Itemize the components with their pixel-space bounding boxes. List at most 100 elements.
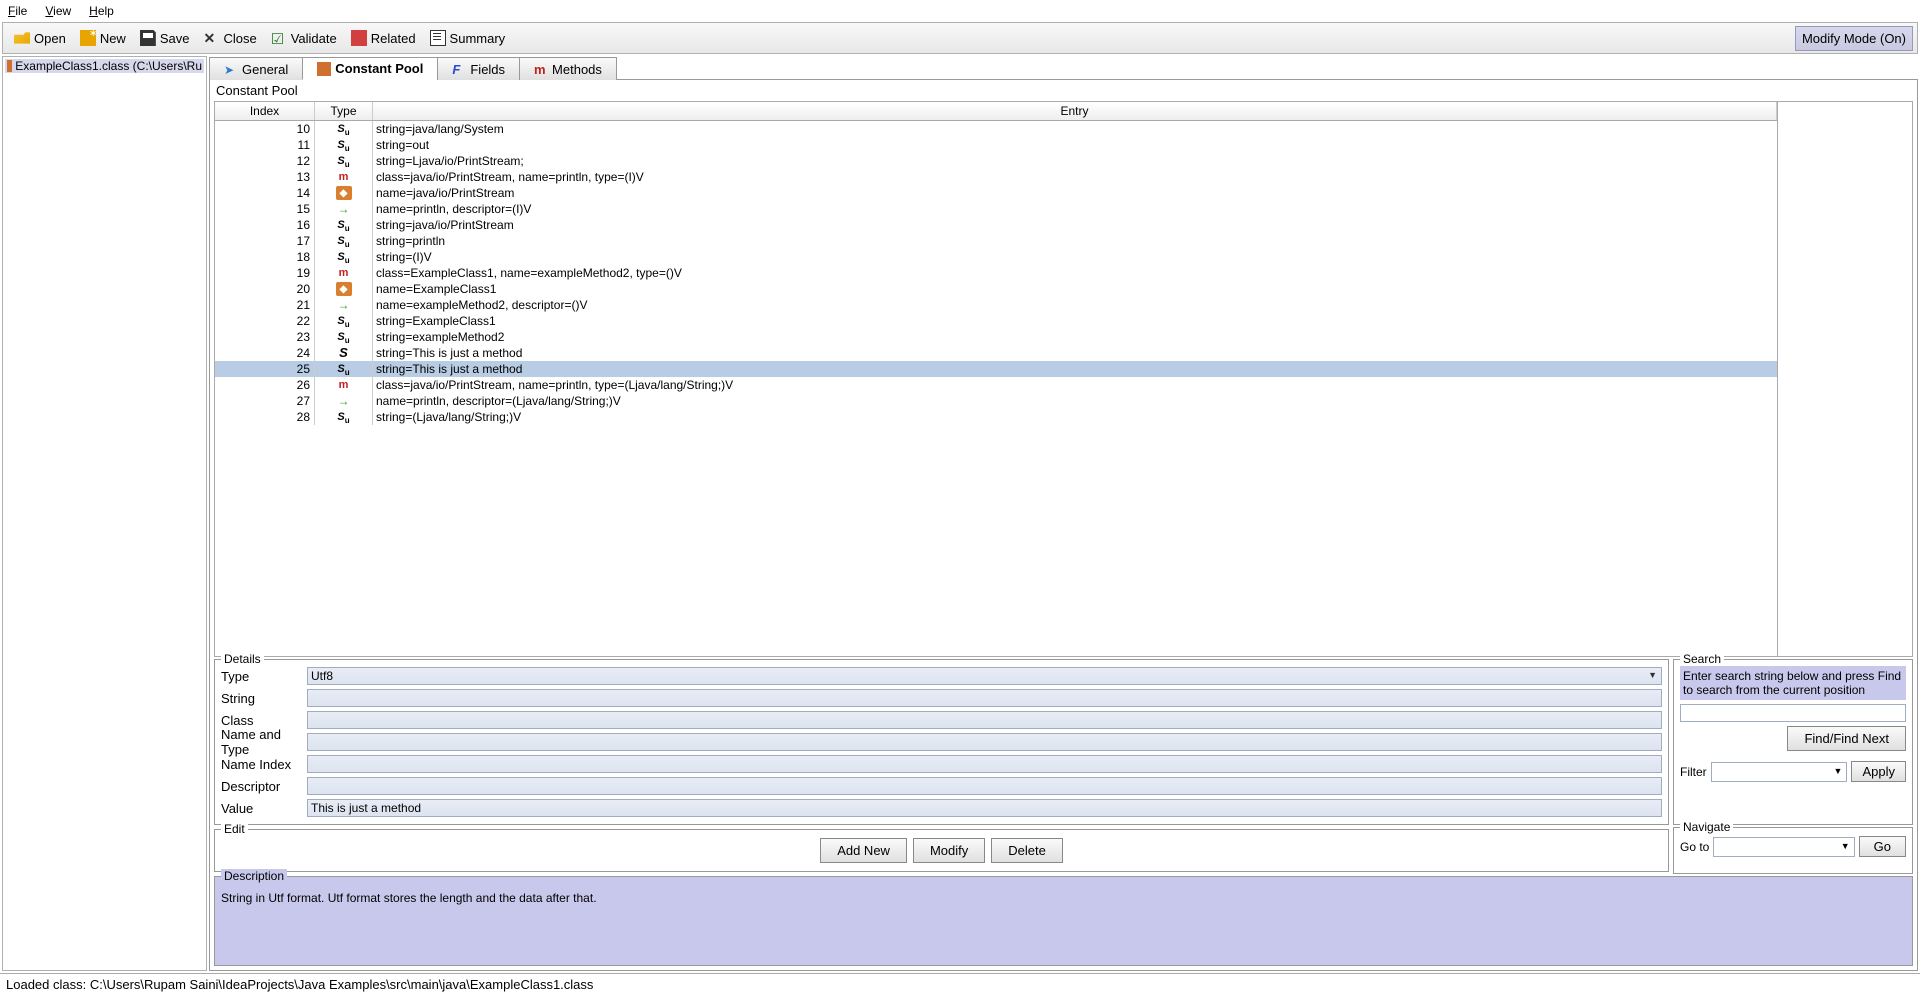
constant-pool-table[interactable]: Index Type Entry 10string=java/lang/Syst… [214, 101, 1778, 657]
search-input[interactable] [1680, 704, 1906, 722]
header-entry[interactable]: Entry [373, 102, 1777, 120]
name-index-field[interactable] [307, 755, 1662, 773]
row-index: 16 [215, 217, 315, 233]
row-index: 13 [215, 169, 315, 185]
go-button[interactable]: Go [1859, 836, 1906, 857]
row-entry: string=out [373, 137, 1777, 153]
table-row[interactable]: 28 string=(Ljava/lang/String;)V [215, 409, 1777, 425]
table-row[interactable]: 27 name=println, descriptor=(Ljava/lang/S… [215, 393, 1777, 409]
row-entry: string=java/io/PrintStream [373, 217, 1777, 233]
row-index: 27 [215, 393, 315, 409]
class-field[interactable] [307, 711, 1662, 729]
row-entry: string=java/lang/System [373, 121, 1777, 137]
string-field[interactable] [307, 689, 1662, 707]
table-row[interactable]: 13 class=java/io/PrintStream, name=printl… [215, 169, 1777, 185]
modify-button[interactable]: Modify [913, 838, 985, 863]
toolbar: Open New Save Close Validate Related Sum… [2, 22, 1918, 54]
tab-methods[interactable]: Methods [519, 57, 617, 80]
row-type [315, 137, 373, 153]
modify-mode-button[interactable]: Modify Mode (On) [1795, 26, 1913, 51]
type-icon [336, 378, 352, 392]
goto-label: Go to [1680, 840, 1709, 854]
row-entry: string=This is just a method [373, 361, 1777, 377]
row-type [315, 265, 373, 281]
table-row[interactable]: 16 string=java/io/PrintStream [215, 217, 1777, 233]
table-row[interactable]: 25string=This is just a method [215, 361, 1777, 377]
menu-help[interactable]: Help [89, 4, 114, 18]
navigate-panel: Navigate Go to Go [1673, 827, 1913, 874]
table-row[interactable]: 19class=ExampleClass1, name=exampleMetho… [215, 265, 1777, 281]
table-row[interactable]: 26class=java/io/PrintStream, name=printl… [215, 377, 1777, 393]
summary-button[interactable]: Summary [423, 25, 513, 51]
delete-button[interactable]: Delete [991, 838, 1063, 863]
row-entry: class=java/io/PrintStream, name=println,… [373, 377, 1777, 393]
table-row[interactable]: 20name=ExampleClass1 [215, 281, 1777, 297]
edit-panel: Edit Add New Modify Delete [214, 829, 1669, 872]
tab-fields[interactable]: Fields [437, 57, 520, 80]
row-index: 21 [215, 297, 315, 313]
save-button[interactable]: Save [133, 25, 197, 51]
menubar: File View Help [0, 0, 1920, 22]
add-new-button[interactable]: Add New [820, 838, 907, 863]
type-icon [336, 170, 352, 184]
name-and-type-field[interactable] [307, 733, 1662, 751]
type-icon [336, 218, 352, 232]
tab-general[interactable]: General [209, 57, 303, 80]
menu-view[interactable]: View [45, 4, 71, 18]
new-button[interactable]: New [73, 25, 133, 51]
table-row[interactable]: 14name=java/io/PrintStream [215, 185, 1777, 201]
type-icon [336, 122, 352, 136]
row-type [315, 297, 373, 313]
related-button[interactable]: Related [344, 25, 423, 51]
value-field[interactable]: This is just a method [307, 799, 1662, 817]
row-index: 12 [215, 153, 315, 169]
file-tree[interactable]: ExampleClass1.class (C:\Users\Ru [2, 56, 207, 971]
close-icon [203, 30, 219, 46]
table-row[interactable]: 18string=(I)V [215, 249, 1777, 265]
description-panel: Description String in Utf format. Utf fo… [214, 876, 1913, 966]
table-row[interactable]: 12string=Ljava/io/PrintStream; [215, 153, 1777, 169]
class-icon [7, 60, 12, 72]
table-row[interactable]: 24string=This is just a method [215, 345, 1777, 361]
class-label: Class [221, 713, 307, 728]
tree-item[interactable]: ExampleClass1.class (C:\Users\Ru [5, 59, 204, 73]
row-type [315, 409, 373, 425]
row-entry: name=ExampleClass1 [373, 281, 1777, 297]
goto-combo[interactable] [1713, 837, 1854, 857]
row-entry: name=println, descriptor=(Ljava/lang/Str… [373, 393, 1777, 409]
row-entry: string=(I)V [373, 249, 1777, 265]
table-row[interactable]: 15name=println, descriptor=(I)V [215, 201, 1777, 217]
table-row[interactable]: 10string=java/lang/System [215, 121, 1777, 137]
table-row[interactable]: 22string=ExampleClass1 [215, 313, 1777, 329]
edit-label: Edit [221, 822, 248, 836]
apply-button[interactable]: Apply [1851, 761, 1906, 782]
header-index[interactable]: Index [215, 102, 315, 120]
type-icon [336, 314, 352, 328]
table-row[interactable]: 21 name=exampleMethod2, descriptor=()V [215, 297, 1777, 313]
row-entry: name=exampleMethod2, descriptor=()V [373, 297, 1777, 313]
row-type [315, 153, 373, 169]
row-type [315, 281, 373, 297]
row-entry: name=println, descriptor=(I)V [373, 201, 1777, 217]
type-icon [336, 138, 352, 152]
row-index: 14 [215, 185, 315, 201]
find-button[interactable]: Find/Find Next [1787, 726, 1906, 751]
open-button[interactable]: Open [7, 25, 73, 51]
row-entry: string=(Ljava/lang/String;)V [373, 409, 1777, 425]
table-row[interactable]: 17string=println [215, 233, 1777, 249]
row-type [315, 169, 373, 185]
type-combo[interactable]: Utf8 [307, 667, 1662, 685]
close-button[interactable]: Close [196, 25, 263, 51]
type-icon [336, 394, 352, 408]
descriptor-field[interactable] [307, 777, 1662, 795]
row-entry: class=java/io/PrintStream, name=println,… [373, 169, 1777, 185]
name-and-type-label: Name and Type [221, 727, 307, 757]
tab-constant-pool[interactable]: Constant Pool [302, 57, 438, 80]
header-type[interactable]: Type [315, 102, 373, 120]
validate-button[interactable]: Validate [264, 25, 344, 51]
table-row[interactable]: 23string=exampleMethod2 [215, 329, 1777, 345]
menu-file[interactable]: File [8, 4, 27, 18]
row-index: 28 [215, 409, 315, 425]
filter-combo[interactable] [1711, 762, 1848, 782]
table-row[interactable]: 11string=out [215, 137, 1777, 153]
